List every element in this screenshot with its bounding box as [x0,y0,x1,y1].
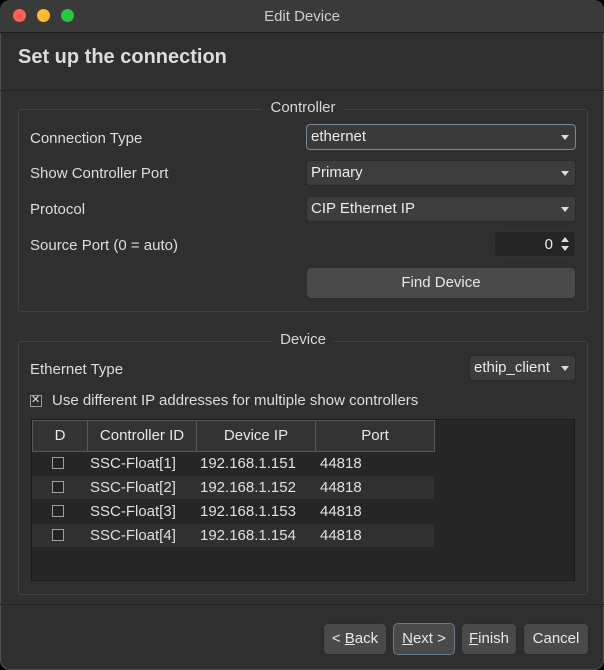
protocol-label: Protocol [30,201,86,218]
device-ip-cell: 192.168.1.154 [200,527,296,544]
title-bar[interactable]: Edit Device [0,0,604,33]
port-cell: 44818 [320,479,362,496]
source-port-spinbox[interactable]: 0 [494,231,576,257]
protocol-value: CIP Ethernet IP [311,200,415,217]
table-row[interactable]: SSC-Float[3] 192.168.1.153 44818 [32,500,434,523]
chevron-down-icon [561,135,569,140]
connection-type-label: Connection Type [30,130,143,147]
spin-down-icon[interactable] [561,246,569,251]
back-mnemonic: B [344,630,355,647]
chevron-down-icon [561,207,569,212]
protocol-select[interactable]: CIP Ethernet IP [306,196,576,222]
column-header-port[interactable]: Port [315,420,435,452]
port-cell: 44818 [320,455,362,472]
source-port-label: Source Port (0 = auto) [30,237,178,254]
spin-up-icon[interactable] [561,237,569,242]
show-controller-port-label: Show Controller Port [30,165,169,182]
controller-id-cell: SSC-Float[2] [90,479,176,496]
ethernet-type-value: ethip_client [474,359,550,376]
table-row[interactable]: SSC-Float[1] 192.168.1.151 44818 [32,452,434,475]
back-button[interactable]: < Back [323,623,387,655]
controller-id-cell: SSC-Float[3] [90,503,176,520]
use-different-ip-label[interactable]: Use different IP addresses for multiple … [52,392,418,409]
controller-id-cell: SSC-Float[4] [90,527,176,544]
table-row[interactable]: SSC-Float[2] 192.168.1.152 44818 [32,476,434,499]
connection-type-select[interactable]: ethernet [306,124,576,150]
show-controller-port-value: Primary [311,164,363,181]
column-header-d[interactable]: D [32,420,88,452]
chevron-down-icon [561,171,569,176]
port-cell: 44818 [320,527,362,544]
finish-rest: inish [478,630,510,647]
finish-button[interactable]: Finish [461,623,517,655]
row-checkbox[interactable] [52,457,64,469]
window-title: Edit Device [264,8,340,25]
row-checkbox[interactable] [52,481,64,493]
cancel-button[interactable]: Cancel [523,623,589,655]
device-ip-cell: 192.168.1.152 [200,479,296,496]
next-rest: ext > [412,630,446,647]
row-checkbox[interactable] [52,529,64,541]
source-port-value: 0 [544,236,553,253]
chevron-down-icon [561,366,569,371]
connection-type-value: ethernet [311,128,367,145]
footer-divider [0,604,604,605]
row-checkbox[interactable] [52,505,64,517]
find-device-button[interactable]: Find Device [306,267,576,299]
device-ip-cell: 192.168.1.153 [200,503,296,520]
device-table: D Controller ID Device IP Port SSC-Float… [31,419,575,581]
next-button[interactable]: Next > [393,623,455,655]
back-rest: ack [354,630,379,647]
column-header-controller-id[interactable]: Controller ID [87,420,197,452]
header-divider [0,90,604,91]
table-row[interactable]: SSC-Float[4] 192.168.1.154 44818 [32,524,434,547]
show-controller-port-select[interactable]: Primary [306,160,576,186]
ethernet-type-label: Ethernet Type [30,361,124,378]
column-header-device-ip[interactable]: Device IP [196,420,316,452]
use-different-ip-checkbox[interactable] [30,393,42,407]
finish-mnemonic: F [468,630,479,647]
controller-group-title: Controller [262,99,344,116]
next-mnemonic: N [402,630,413,647]
controller-id-cell: SSC-Float[1] [90,455,176,472]
device-group-title: Device [272,331,334,348]
edit-device-window: Edit Device Set up the connection Contro… [0,0,604,670]
back-prefix: < [331,630,345,647]
device-ip-cell: 192.168.1.151 [200,455,296,472]
ethernet-type-select[interactable]: ethip_client [469,355,576,381]
port-cell: 44818 [320,503,362,520]
page-title: Set up the connection [18,46,227,68]
